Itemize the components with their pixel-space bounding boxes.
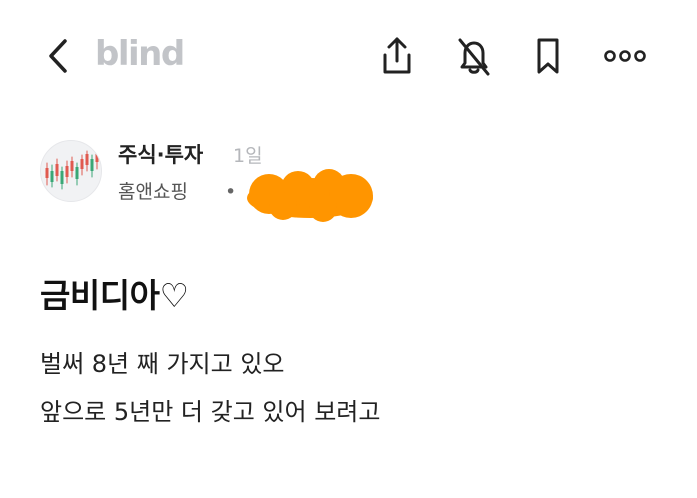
channel-avatar[interactable] xyxy=(40,140,102,202)
notification-off-button[interactable] xyxy=(450,32,498,80)
redaction-mark xyxy=(247,169,373,222)
chevron-left-icon xyxy=(49,39,67,73)
bell-off-icon xyxy=(458,38,490,76)
share-upload-icon xyxy=(383,37,411,74)
share-button[interactable] xyxy=(373,32,421,80)
more-dots-icon xyxy=(604,50,646,62)
author-company[interactable]: 홈앤쇼핑 xyxy=(118,178,188,206)
back-button[interactable] xyxy=(36,34,80,78)
post-time: 1일 xyxy=(233,145,263,167)
app-logo[interactable]: blind xyxy=(95,32,185,76)
post-body-line: 앞으로 5년만 더 갖고 있어 보려고 xyxy=(40,398,381,426)
post-author-info: 주식·투자 1일 홈앤쇼핑 • ㄱ xyxy=(40,140,680,222)
more-options-button[interactable] xyxy=(600,32,650,80)
post-body: 벌써 8년 째 가지고 있오 앞으로 5년만 더 갖고 있어 보려고 xyxy=(40,340,380,436)
bookmark-icon xyxy=(537,38,559,74)
top-bar: blind xyxy=(0,0,697,112)
post-title: 금비디아♡ xyxy=(40,276,189,315)
post-body-line: 벌써 8년 째 가지고 있오 xyxy=(40,350,285,378)
stock-chart-icon xyxy=(45,148,99,190)
bookmark-button[interactable] xyxy=(524,32,572,80)
separator-dot: • xyxy=(225,181,237,203)
channel-name[interactable]: 주식·투자 xyxy=(118,140,203,170)
